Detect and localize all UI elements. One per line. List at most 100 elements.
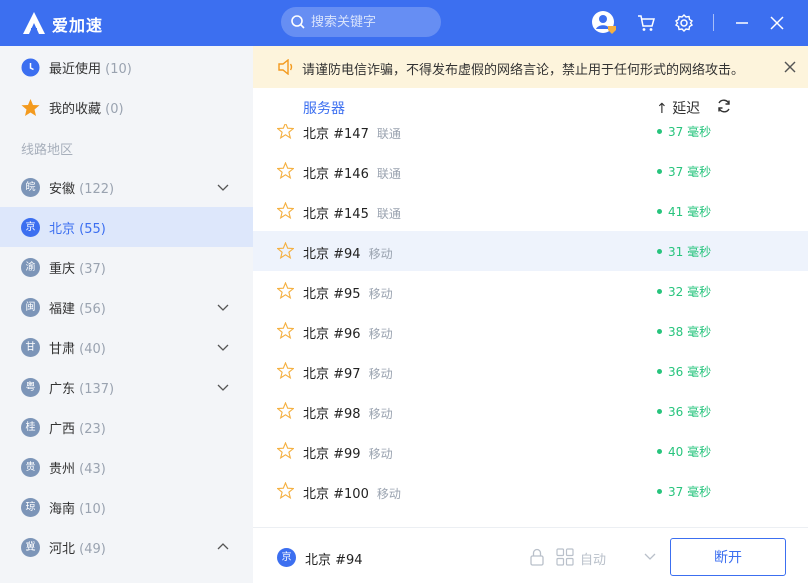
disconnect-button[interactable]: 断开	[670, 538, 786, 576]
minimize-button[interactable]	[729, 10, 755, 36]
chevron-down-icon[interactable]	[217, 341, 229, 353]
star-icon	[21, 98, 40, 116]
server-row[interactable]: 北京 #100 移动 37 毫秒	[253, 471, 808, 511]
region-badge: 皖	[21, 177, 40, 197]
server-row[interactable]: 北京 #98 移动 36 毫秒	[253, 391, 808, 431]
favorite-star-icon[interactable]	[277, 322, 294, 339]
chevron-down-icon[interactable]	[217, 381, 229, 393]
latency-status-dot	[657, 169, 662, 174]
column-server-header[interactable]: 服务器	[303, 98, 345, 118]
favorite-star-icon[interactable]	[277, 402, 294, 419]
sidebar-item-region[interactable]: 甘甘肃 (40)	[0, 327, 253, 367]
server-name: 北京 #97 移动	[303, 367, 393, 382]
server-isp: 移动	[368, 247, 393, 261]
server-isp: 移动	[368, 367, 393, 381]
sidebar-item-region[interactable]: 桂广西 (23)	[0, 407, 253, 447]
title-divider	[713, 14, 714, 31]
server-name: 北京 #96 移动	[303, 327, 393, 342]
server-name: 北京 #94 移动	[303, 247, 393, 262]
close-button[interactable]	[764, 10, 790, 36]
server-name: 北京 #98 移动	[303, 407, 393, 422]
sidebar-item-label: 贵州 (43)	[49, 461, 106, 477]
settings-button[interactable]	[671, 10, 697, 36]
server-row[interactable]: 北京 #97 移动 36 毫秒	[253, 351, 808, 391]
favorite-star-icon[interactable]	[277, 162, 294, 179]
server-row[interactable]: 北京 #99 移动 40 毫秒	[253, 431, 808, 471]
sidebar-item-region[interactable]: 皖安徽 (122)	[0, 167, 253, 207]
chevron-down-icon[interactable]	[644, 552, 656, 562]
latency-status-dot	[657, 449, 662, 454]
sidebar-item-region[interactable]: 京北京 (55)	[0, 207, 253, 247]
notice-close-icon[interactable]	[784, 61, 796, 73]
notice-bar: 请谨防电信诈骗，不得发布虚假的网络言论，禁止用于任何形式的网络攻击。	[253, 46, 808, 88]
speaker-icon	[278, 59, 293, 75]
server-latency: 37 毫秒	[668, 485, 712, 499]
server-isp: 移动	[368, 327, 393, 341]
server-row[interactable]: 北京 #95 移动 32 毫秒	[253, 271, 808, 311]
favorite-star-icon[interactable]	[277, 442, 294, 459]
search-box[interactable]	[281, 7, 441, 37]
search-input[interactable]	[311, 12, 433, 32]
server-row[interactable]: 北京 #94 移动 31 毫秒	[253, 231, 808, 271]
sidebar-item-region[interactable]: 闽福建 (56)	[0, 287, 253, 327]
chevron-down-icon[interactable]	[217, 301, 229, 313]
refresh-icon[interactable]	[716, 98, 732, 114]
sidebar-item-label: 重庆 (37)	[49, 261, 106, 277]
sidebar-item-region[interactable]: 粤广东 (137)	[0, 367, 253, 407]
favorite-star-icon[interactable]	[277, 122, 294, 139]
server-latency: 37 毫秒	[668, 165, 712, 179]
app-logo-icon	[23, 12, 45, 34]
shop-button[interactable]	[633, 10, 659, 36]
region-badge: 桂	[21, 417, 40, 437]
sidebar-item-label: 北京 (55)	[49, 221, 106, 237]
favorite-star-icon[interactable]	[277, 282, 294, 299]
sidebar-item-region[interactable]: 贵贵州 (43)	[0, 447, 253, 487]
server-latency: 31 毫秒	[668, 245, 712, 259]
sidebar-item-label: 安徽 (122)	[49, 181, 115, 197]
server-latency: 36 毫秒	[668, 365, 712, 379]
sidebar-item-label: 广西 (23)	[49, 421, 106, 437]
favorite-star-icon[interactable]	[277, 482, 294, 499]
region-badge: 冀	[21, 537, 40, 557]
server-isp: 联通	[376, 127, 401, 141]
server-name: 北京 #145 联通	[303, 207, 401, 222]
chevron-down-icon[interactable]	[217, 181, 229, 193]
sidebar-item-label: 甘肃 (40)	[49, 341, 106, 357]
server-latency: 41 毫秒	[668, 205, 712, 219]
sort-up-icon: ↑	[656, 101, 668, 117]
region-badge: 闽	[21, 297, 40, 317]
favorite-star-icon[interactable]	[277, 242, 294, 259]
sidebar-item-label: 福建 (56)	[49, 301, 106, 317]
sidebar-item-region[interactable]: 冀河北 (49)	[0, 527, 253, 567]
search-icon	[291, 15, 305, 29]
lock-icon[interactable]	[529, 548, 545, 566]
sidebar-item-favorites[interactable]: 我的收藏 (0)	[0, 87, 253, 127]
mode-select[interactable]: 自动	[580, 549, 606, 568]
server-isp: 移动	[368, 447, 393, 461]
server-row[interactable]: 北京 #96 移动 38 毫秒	[253, 311, 808, 351]
column-latency-header[interactable]: ↑ 延迟	[656, 98, 700, 118]
avatar-button[interactable]	[591, 10, 617, 36]
chevron-up-icon[interactable]	[217, 541, 229, 553]
latency-status-dot	[657, 129, 662, 134]
sidebar-item-label: 海南 (10)	[49, 501, 106, 517]
sidebar-item-recent[interactable]: 最近使用 (10)	[0, 47, 253, 87]
server-name: 北京 #95 移动	[303, 287, 393, 302]
current-server-name: 北京 #94	[305, 553, 363, 568]
favorite-star-icon[interactable]	[277, 202, 294, 219]
sidebar-item-region[interactable]: 琼海南 (10)	[0, 487, 253, 527]
sidebar-item-region[interactable]: 渝重庆 (37)	[0, 247, 253, 287]
server-name: 北京 #147 联通	[303, 127, 401, 142]
mode-grid-icon	[556, 548, 574, 566]
server-list: 北京 #147 联通 37 毫秒 北京 #146 联通 37 毫秒 北京 #145 联通 41 …	[253, 112, 808, 524]
server-row[interactable]: 北京 #146 联通 37 毫秒	[253, 151, 808, 191]
server-latency: 40 毫秒	[668, 445, 712, 459]
sidebar-item-label: 最近使用 (10)	[49, 61, 132, 77]
server-name: 北京 #146 联通	[303, 167, 401, 182]
cart-icon	[638, 15, 655, 31]
region-badge: 琼	[21, 497, 40, 517]
server-row[interactable]: 北京 #145 联通 41 毫秒	[253, 191, 808, 231]
sidebar-item-label: 广东 (137)	[49, 381, 115, 397]
favorite-star-icon[interactable]	[277, 362, 294, 379]
server-latency: 32 毫秒	[668, 285, 712, 299]
